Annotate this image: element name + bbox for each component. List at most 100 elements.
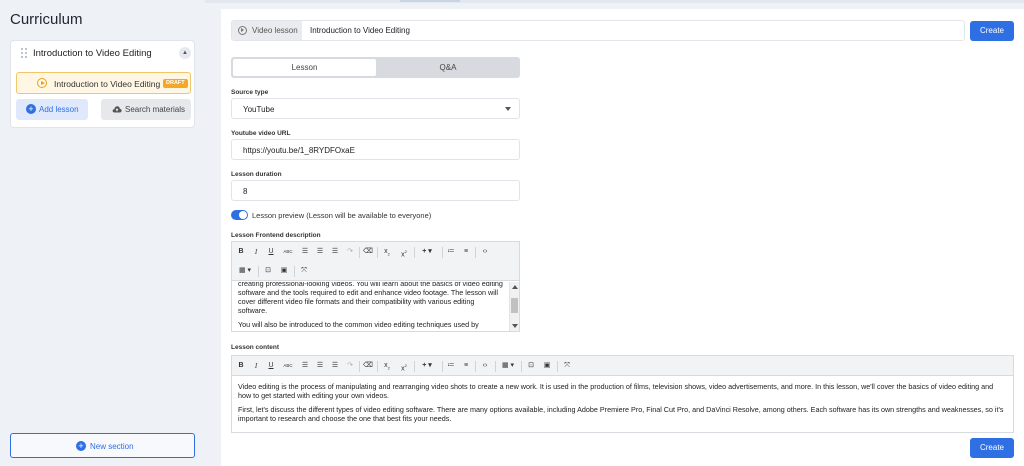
eraser-icon[interactable]: ⌫ (363, 246, 373, 258)
youtube-url-input[interactable]: https://youtu.be/1_8RYDFOxaE (231, 139, 520, 160)
toolbar-separator (521, 361, 522, 372)
lesson-title-input[interactable]: Introduction to Video Editing (310, 26, 410, 35)
chevron-down-icon (505, 107, 511, 111)
fullscreen-icon[interactable]: ⤧ (561, 360, 573, 372)
description-paragraph: creating professional-looking videos. Yo… (238, 282, 503, 315)
lesson-type-label: Video lesson (252, 26, 298, 35)
cloud-upload-icon (112, 106, 122, 113)
create-button[interactable]: Create (970, 21, 1014, 41)
lesson-item[interactable]: Introduction to Video Editing DRAFT (16, 72, 191, 94)
subscript-icon[interactable]: x2 (381, 246, 393, 258)
lesson-tabs: Lesson Q&A (231, 57, 520, 78)
toolbar-separator (495, 361, 496, 372)
superscript-icon[interactable]: x2 (398, 360, 410, 372)
toolbar-separator (442, 247, 443, 258)
align-left-icon[interactable]: ☰ (300, 360, 310, 372)
align-center-icon[interactable]: ☰ (315, 360, 325, 372)
add-lesson-button[interactable]: + Add lesson (16, 99, 88, 120)
lesson-duration-label: Lesson duration (231, 171, 282, 178)
lesson-preview-label: Lesson preview (Lesson will be available… (252, 211, 432, 220)
section-header[interactable]: Introduction to Video Editing ▲ (11, 41, 196, 65)
subscript-icon[interactable]: x2 (381, 360, 393, 372)
image-icon[interactable]: ▣ (278, 265, 290, 277)
strikethrough-icon[interactable]: ABC (281, 246, 295, 258)
insert-plus-icon[interactable]: + ▾ (418, 360, 436, 372)
source-type-value: YouTube (243, 105, 275, 114)
sidebar-title: Curriculum (10, 11, 83, 28)
strikethrough-icon[interactable]: ABC (281, 360, 295, 372)
bold-icon[interactable]: B (236, 360, 246, 372)
draft-badge: DRAFT (163, 79, 188, 88)
create-button-bottom[interactable]: Create (970, 438, 1014, 458)
align-center-icon[interactable]: ☰ (315, 246, 325, 258)
bold-icon[interactable]: B (236, 246, 246, 258)
search-materials-label: Search materials (125, 105, 186, 114)
numbered-list-icon[interactable]: ≡ (461, 246, 471, 258)
video-icon (238, 26, 247, 35)
section-card: Introduction to Video Editing ▲ Introduc… (10, 40, 195, 128)
code-icon[interactable]: ‹› (479, 246, 491, 258)
lesson-type-chip[interactable]: Video lesson (232, 21, 302, 40)
lesson-duration-value: 8 (243, 187, 248, 196)
scroll-thumb[interactable] (511, 298, 518, 313)
drag-handle-icon[interactable] (21, 48, 27, 58)
video-embed-icon[interactable]: ⊡ (262, 265, 274, 277)
italic-icon[interactable]: I (251, 360, 261, 372)
italic-icon[interactable]: I (251, 246, 261, 258)
editor-toolbar: B I U ABC ☰ ☰ ☰ ↷ ⌫ x2 x2 + ▾ ≔ ≡ ‹› ▦ ▾… (232, 242, 519, 281)
table-icon[interactable]: ▦ ▾ (236, 265, 254, 277)
toolbar-separator (475, 247, 476, 258)
add-lesson-label: Add lesson (39, 105, 79, 114)
video-play-icon (37, 78, 47, 88)
source-type-select[interactable]: YouTube (231, 98, 520, 119)
scroll-down-icon[interactable] (512, 324, 518, 328)
frontend-description-body[interactable]: creating professional-looking videos. Yo… (232, 282, 509, 331)
toolbar-separator (557, 361, 558, 372)
lesson-content-body[interactable]: Video editing is the process of manipula… (232, 382, 1013, 432)
redo-icon[interactable]: ↷ (345, 246, 355, 258)
code-icon[interactable]: ‹› (479, 360, 491, 372)
tab-lesson[interactable]: Lesson (233, 59, 376, 76)
plus-circle-icon: + (76, 441, 86, 451)
bullet-list-icon[interactable]: ≔ (446, 360, 456, 372)
description-paragraph: You will also be introduced to the commo… (238, 320, 479, 329)
insert-plus-icon[interactable]: + ▾ (418, 246, 436, 258)
editor-toolbar: B I U ABC ☰ ☰ ☰ ↷ ⌫ x2 x2 + ▾ ≔ ≡ ‹› ▦ ▾… (232, 356, 1013, 376)
lesson-duration-input[interactable]: 8 (231, 180, 520, 201)
superscript-icon[interactable]: x2 (398, 246, 410, 258)
scroll-up-icon[interactable] (512, 285, 518, 289)
description-scrollbar[interactable] (509, 282, 519, 331)
align-right-icon[interactable]: ☰ (330, 246, 340, 258)
new-section-button[interactable]: + New section (10, 433, 195, 458)
collapse-icon[interactable]: ▲ (179, 47, 191, 59)
redo-icon[interactable]: ↷ (345, 360, 355, 372)
lesson-content-editor: B I U ABC ☰ ☰ ☰ ↷ ⌫ x2 x2 + ▾ ≔ ≡ ‹› ▦ ▾… (231, 355, 1014, 433)
align-left-icon[interactable]: ☰ (300, 246, 310, 258)
toolbar-separator (475, 361, 476, 372)
eraser-icon[interactable]: ⌫ (363, 360, 373, 372)
toolbar-separator (414, 247, 415, 258)
video-embed-icon[interactable]: ⊡ (525, 360, 537, 372)
search-materials-button[interactable]: Search materials (101, 99, 191, 120)
content-paragraph: First, let's discuss the different types… (238, 405, 1004, 423)
top-accent (400, 0, 460, 2)
content-paragraph: Video editing is the process of manipula… (238, 382, 994, 400)
tab-qa[interactable]: Q&A (378, 59, 518, 76)
underline-icon[interactable]: U (266, 360, 276, 372)
lesson-content-label: Lesson content (231, 344, 280, 351)
frontend-description-label: Lesson Frontend description (231, 232, 321, 239)
toolbar-separator (258, 266, 259, 277)
youtube-url-label: Youtube video URL (231, 130, 291, 137)
lesson-preview-toggle[interactable] (231, 210, 248, 220)
underline-icon[interactable]: U (266, 246, 276, 258)
toolbar-separator (294, 266, 295, 277)
youtube-url-value: https://youtu.be/1_8RYDFOxaE (243, 146, 355, 155)
lesson-editor-panel: Video lesson Introduction to Video Editi… (221, 9, 1024, 466)
bullet-list-icon[interactable]: ≔ (446, 246, 456, 258)
table-icon[interactable]: ▦ ▾ (499, 360, 517, 372)
fullscreen-icon[interactable]: ⤧ (298, 265, 310, 277)
toolbar-separator (359, 247, 360, 258)
numbered-list-icon[interactable]: ≡ (461, 360, 471, 372)
align-right-icon[interactable]: ☰ (330, 360, 340, 372)
image-icon[interactable]: ▣ (541, 360, 553, 372)
